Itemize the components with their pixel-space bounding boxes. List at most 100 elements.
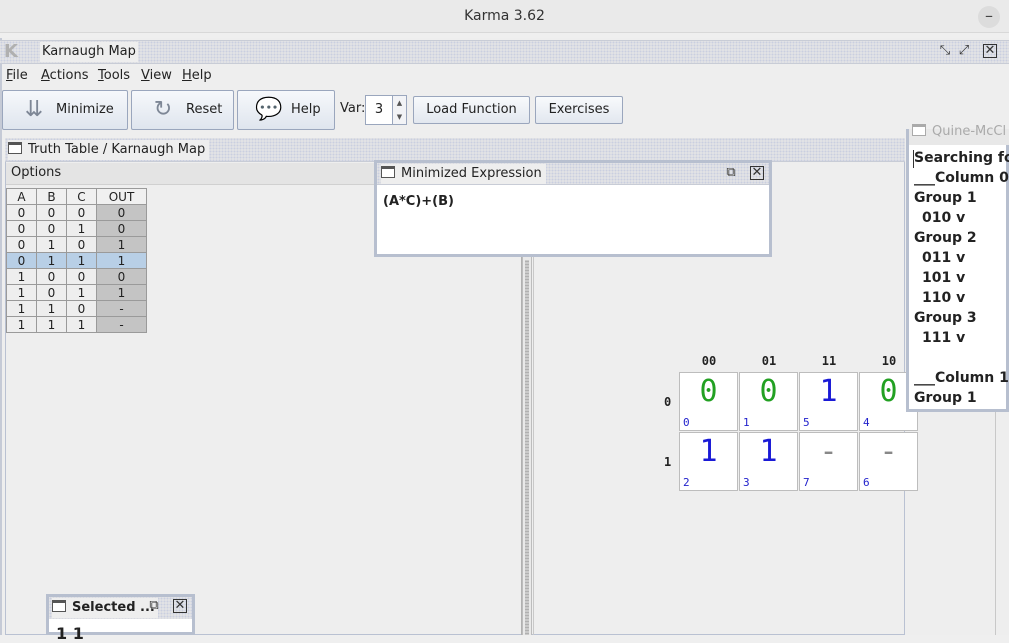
kmap-cell-index: 6 — [863, 476, 870, 489]
column-header[interactable]: C — [66, 188, 97, 205]
close-icon[interactable]: ✕ — [173, 599, 187, 613]
output-cell[interactable]: 1 — [96, 252, 147, 269]
divider-grip[interactable] — [525, 260, 529, 635]
input-cell: 1 — [36, 252, 67, 269]
kmap-cell-index: 3 — [743, 476, 750, 489]
quine-line: ___Column 0 — [914, 170, 1009, 186]
kmap-cell[interactable]: 13 — [739, 432, 798, 491]
kmap-row-header: 0 — [664, 395, 672, 409]
app-title: Karma 3.62 — [464, 8, 545, 24]
kmap-cell-index: 7 — [803, 476, 810, 489]
help-button[interactable]: 💬 Help — [237, 90, 335, 130]
spin-up-icon[interactable]: ▲ — [393, 96, 406, 110]
iconify-icon[interactable]: ⤡ — [938, 44, 952, 59]
frame-titlebar — [0, 40, 1009, 64]
input-cell: 1 — [66, 316, 97, 333]
close-icon[interactable]: ✕ — [983, 44, 997, 58]
input-cell: 1 — [6, 284, 37, 301]
help-chat-icon: 💬 — [255, 97, 283, 122]
input-cell: 1 — [66, 252, 97, 269]
options-label[interactable]: Options — [11, 165, 61, 180]
input-cell: 1 — [6, 268, 37, 285]
input-cell: 0 — [66, 268, 97, 285]
maximize-icon[interactable]: ⤢ — [957, 44, 971, 59]
kmap-cell[interactable]: 15 — [799, 372, 858, 431]
window-minimize-button[interactable]: – — [978, 6, 1000, 28]
input-cell: 0 — [36, 204, 67, 221]
kmap-cell[interactable]: 01 — [739, 372, 798, 431]
menu-tools[interactable]: Tools — [98, 66, 130, 86]
truth-table-row[interactable]: 110- — [6, 300, 147, 317]
kmap-col-header: 11 — [821, 354, 837, 368]
kmap-cell-value: 1 — [759, 434, 778, 469]
undock-icon[interactable]: ⧉ — [724, 166, 738, 181]
quine-line: 101 v — [922, 270, 966, 286]
input-cell: 1 — [6, 300, 37, 317]
column-header[interactable]: A — [6, 188, 37, 205]
var-label: Var: — [340, 101, 366, 116]
reset-button[interactable]: ↻ Reset — [131, 90, 234, 130]
quine-title: Quine-McCl — [912, 124, 1006, 139]
options-bar[interactable] — [6, 163, 376, 185]
window-icon — [8, 142, 22, 154]
kmap-cell-value: 1 — [699, 434, 718, 469]
quine-line: 110 v — [922, 290, 966, 306]
input-cell: 0 — [36, 268, 67, 285]
close-icon[interactable]: ✕ — [750, 166, 764, 180]
load-function-button[interactable]: Load Function — [413, 96, 530, 124]
input-cell: 1 — [36, 300, 67, 317]
column-header[interactable]: OUT — [96, 188, 147, 205]
output-cell[interactable]: 0 — [96, 220, 147, 237]
input-cell: 0 — [36, 284, 67, 301]
menu-actions[interactable]: Actions — [41, 66, 89, 86]
input-cell: 0 — [6, 204, 37, 221]
kmap-cell[interactable]: 12 — [679, 432, 738, 491]
input-cell: 0 — [6, 252, 37, 269]
truth-table-row[interactable]: 0111 — [6, 252, 147, 269]
minimize-button[interactable]: ⇊ Minimize — [2, 90, 128, 130]
output-cell[interactable]: 0 — [96, 268, 147, 285]
truth-table-row[interactable]: 0010 — [6, 220, 147, 237]
var-input[interactable]: 3 — [365, 95, 393, 125]
input-cell: 0 — [66, 204, 97, 221]
quine-line: 010 v — [922, 210, 966, 226]
input-cell: 1 — [66, 284, 97, 301]
window-icon — [912, 124, 926, 136]
quine-line: ___Column 1 — [914, 370, 1009, 386]
output-cell[interactable]: 0 — [96, 204, 147, 221]
frame-title: Karnaugh Map — [40, 42, 138, 62]
kmap-cell[interactable]: -7 — [799, 432, 858, 491]
output-cell[interactable]: 1 — [96, 236, 147, 253]
output-cell[interactable]: - — [96, 300, 147, 317]
kmap-cell[interactable]: 00 — [679, 372, 738, 431]
kmap-cell-index: 0 — [683, 416, 690, 429]
output-cell[interactable]: 1 — [96, 284, 147, 301]
input-cell: 1 — [36, 236, 67, 253]
truth-table-row[interactable]: 111- — [6, 316, 147, 333]
kmap-row-header: 1 — [664, 455, 672, 469]
karma-logo-icon: K — [4, 41, 18, 62]
quine-line: 111 v — [922, 330, 966, 346]
kmap-col-header: 00 — [701, 354, 717, 368]
exercises-button[interactable]: Exercises — [535, 96, 623, 124]
quine-line: 011 v — [922, 250, 966, 266]
kmap-cell-index: 5 — [803, 416, 810, 429]
truth-table-row[interactable]: 0101 — [6, 236, 147, 253]
kmap-cell-value: 0 — [759, 374, 778, 409]
menu-view[interactable]: View — [141, 66, 172, 86]
input-cell: 0 — [6, 220, 37, 237]
truth-table-row[interactable]: 0000 — [6, 204, 147, 221]
menu-help[interactable]: Help — [182, 66, 212, 86]
input-cell: 1 — [36, 316, 67, 333]
menu-file[interactable]: File — [6, 66, 28, 86]
kmap-cell[interactable]: -6 — [859, 432, 918, 491]
truth-table-row[interactable]: 1011 — [6, 284, 147, 301]
truth-table-row[interactable]: 1000 — [6, 268, 147, 285]
var-spinner[interactable]: ▲ ▼ — [392, 95, 407, 125]
window-icon — [52, 600, 66, 612]
undock-icon[interactable]: ⧉ — [147, 599, 161, 614]
column-header[interactable]: B — [36, 188, 67, 205]
quine-line: Group 1 — [914, 390, 977, 406]
output-cell[interactable]: - — [96, 316, 147, 333]
spin-down-icon[interactable]: ▼ — [393, 110, 406, 124]
